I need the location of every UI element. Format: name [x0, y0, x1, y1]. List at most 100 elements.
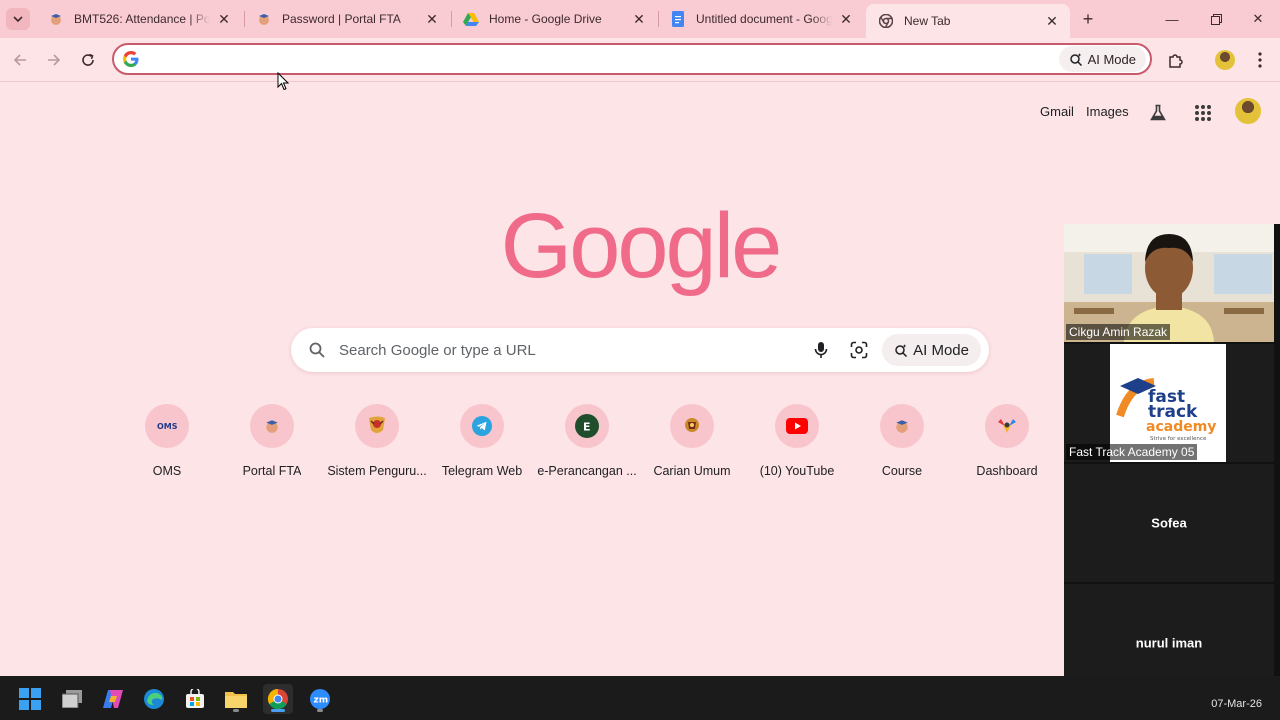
voice-search-button[interactable] — [806, 335, 836, 365]
svg-text:zm: zm — [314, 696, 329, 706]
participant-tile-sofea[interactable]: Sofea — [1064, 464, 1274, 582]
tab-title: Untitled document - Google Docs — [696, 12, 832, 26]
menu-button[interactable] — [1246, 46, 1274, 74]
tab-google-docs[interactable]: Untitled document - Google Docs ✕ — [658, 4, 864, 34]
participant-tile-fast-track-academy[interactable]: fast track academy Strive for excellence… — [1064, 344, 1274, 462]
tab-new-tab[interactable]: New Tab ✕ — [866, 4, 1070, 38]
google-docs-icon — [670, 11, 686, 27]
shortcut-label: Portal FTA — [242, 464, 302, 478]
graduation-icon — [48, 11, 64, 27]
address-bar[interactable]: AI Mode — [112, 43, 1152, 75]
shortcut-label: Telegram Web — [441, 464, 523, 478]
apps-grid-icon — [1195, 105, 1211, 121]
shortcut-label: Course — [881, 464, 923, 478]
search-box[interactable]: Search Google or type a URL AI Mode — [291, 328, 989, 372]
profile-button[interactable] — [1211, 46, 1239, 74]
windows-logo-icon — [19, 688, 41, 710]
flask-icon — [1150, 104, 1166, 121]
shortcut-label: e-Perancangan ... — [537, 464, 637, 478]
shortcut-telegram-web[interactable]: Telegram Web — [430, 404, 534, 478]
close-window-button[interactable]: ✕ — [1236, 6, 1280, 32]
minimize-button[interactable]: — — [1150, 6, 1194, 32]
svg-text:E: E — [583, 421, 591, 434]
shortcut-sistem-pengurusan[interactable]: Sistem Penguru... — [325, 404, 429, 478]
close-icon[interactable]: ✕ — [424, 11, 440, 27]
google-g-icon — [120, 48, 142, 70]
shortcut-label: Dashboard — [976, 464, 1038, 478]
svg-text:OMS: OMS — [157, 422, 178, 431]
shortcut-e-perancangan[interactable]: E e-Perancangan ... — [535, 404, 639, 478]
tab-password-portal[interactable]: Password | Portal FTA ✕ — [244, 4, 450, 34]
tab-google-drive[interactable]: Home - Google Drive ✕ — [451, 4, 657, 34]
ai-mode-chip[interactable]: AI Mode — [1058, 46, 1146, 72]
microphone-icon — [814, 342, 828, 358]
taskbar-date[interactable]: 07-Mar-26 — [1211, 698, 1262, 710]
reload-button[interactable] — [74, 46, 102, 74]
tab-title: Password | Portal FTA — [282, 12, 401, 26]
restore-button[interactable] — [1194, 6, 1238, 32]
browser-toolbar: AI Mode — [0, 38, 1280, 82]
new-tab-button[interactable]: + — [1076, 8, 1100, 30]
camera-lens-icon — [850, 341, 868, 359]
restore-icon — [1210, 13, 1222, 25]
shortcut-youtube[interactable]: (10) YouTube — [745, 404, 849, 478]
lens-search-button[interactable] — [844, 335, 874, 365]
copilot-icon — [103, 690, 123, 708]
file-explorer-button[interactable] — [221, 684, 251, 714]
video-call-panel: Cikgu Amin Razak fast track academy Stri… — [1064, 224, 1280, 702]
graduation-icon — [880, 404, 924, 448]
close-icon[interactable]: ✕ — [838, 11, 854, 27]
forward-button[interactable] — [40, 46, 68, 74]
ai-search-icon — [895, 344, 908, 357]
mouse-cursor-icon — [277, 72, 289, 91]
shortcut-portal-fta[interactable]: Portal FTA — [220, 404, 324, 478]
windows-taskbar: zm 07-Mar-26 — [0, 676, 1280, 720]
gmail-link[interactable]: Gmail — [1040, 104, 1074, 119]
close-icon[interactable]: ✕ — [1044, 13, 1060, 29]
images-link[interactable]: Images — [1086, 104, 1129, 119]
participant-name: Fast Track Academy 05 — [1066, 444, 1198, 460]
google-drive-icon — [463, 11, 479, 27]
tab-title: Home - Google Drive — [489, 12, 602, 26]
tab-bmt526-attendance[interactable]: BMT526: Attendance | Portal ✕ — [36, 4, 242, 34]
avatar — [1215, 50, 1235, 70]
labs-button[interactable] — [1145, 100, 1171, 126]
shortcut-carian-umum[interactable]: Carian Umum — [640, 404, 744, 478]
shortcut-oms[interactable]: OMS OMS — [115, 404, 219, 478]
task-view-button[interactable] — [57, 684, 87, 714]
running-indicator — [317, 709, 323, 712]
bird-icon — [985, 404, 1029, 448]
zoom-button[interactable]: zm — [305, 684, 335, 714]
store-icon — [186, 689, 204, 708]
tab-search-button[interactable] — [6, 8, 30, 30]
shortcut-dashboard[interactable]: Dashboard — [955, 404, 1059, 478]
address-input[interactable] — [150, 51, 1059, 67]
extensions-button[interactable] — [1162, 46, 1190, 74]
account-avatar[interactable] — [1233, 96, 1263, 126]
crest-icon — [355, 404, 399, 448]
logo-line-3: academy — [1146, 419, 1216, 435]
shortcut-course[interactable]: Course — [850, 404, 954, 478]
edge-icon — [144, 689, 164, 709]
store-button[interactable] — [180, 684, 210, 714]
copilot-button[interactable] — [98, 684, 128, 714]
start-button[interactable] — [15, 684, 45, 714]
oms-icon: OMS — [145, 404, 189, 448]
arrow-right-icon — [48, 54, 61, 66]
ai-mode-label: AI Mode — [913, 341, 969, 359]
kebab-menu-icon — [1258, 52, 1262, 68]
close-icon[interactable]: ✕ — [631, 11, 647, 27]
puzzle-icon — [1169, 54, 1183, 68]
close-icon[interactable]: ✕ — [216, 11, 232, 27]
graduation-icon — [250, 404, 294, 448]
participant-tile-cikgu-amin-razak[interactable]: Cikgu Amin Razak — [1064, 224, 1274, 342]
ai-mode-label: AI Mode — [1087, 51, 1136, 67]
chrome-taskbar-button[interactable] — [263, 684, 293, 714]
task-view-icon — [62, 690, 82, 708]
back-button[interactable] — [6, 46, 34, 74]
emblem-icon — [670, 404, 714, 448]
apps-button[interactable] — [1190, 100, 1216, 126]
close-icon: ✕ — [1252, 11, 1264, 26]
edge-button[interactable] — [139, 684, 169, 714]
ai-mode-button[interactable]: AI Mode — [882, 334, 981, 366]
